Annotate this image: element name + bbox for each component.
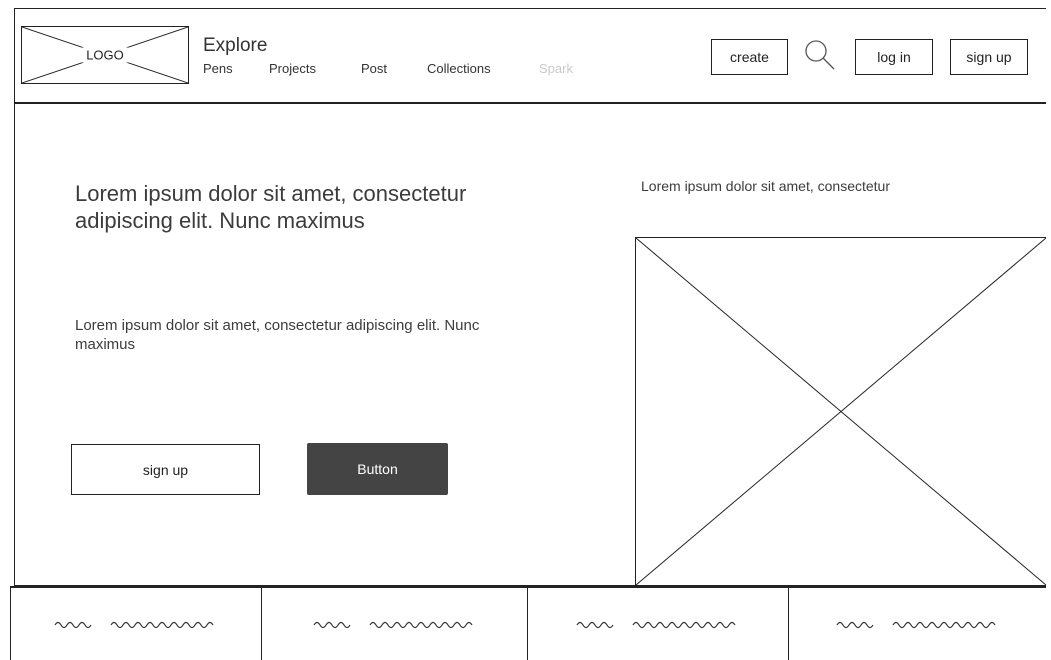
signup-button[interactable]: sign up bbox=[71, 444, 260, 495]
squiggle-text-icon bbox=[576, 621, 736, 629]
signup-header-button[interactable]: sign up bbox=[950, 39, 1028, 75]
footer-cell bbox=[527, 588, 788, 660]
squiggle-text-icon bbox=[312, 621, 473, 629]
side-caption: Lorem ipsum dolor sit amet, consectetur bbox=[641, 178, 890, 194]
login-button[interactable]: log in bbox=[855, 39, 933, 75]
explore-nav: Pens Projects Post Collections Spark bbox=[203, 61, 573, 76]
header: LOGO Explore Pens Projects Post Collecti… bbox=[14, 8, 1046, 104]
logo-placeholder-icon[interactable]: LOGO bbox=[21, 26, 189, 84]
nav-item-collections[interactable]: Collections bbox=[427, 61, 539, 76]
footer-cell bbox=[10, 588, 261, 660]
logo-text: LOGO bbox=[80, 47, 130, 63]
nav-item-spark[interactable]: Spark bbox=[539, 61, 573, 76]
nav-item-pens[interactable]: Pens bbox=[203, 61, 269, 76]
create-button[interactable]: create bbox=[711, 39, 788, 75]
hero-subtitle: Lorem ipsum dolor sit amet, consectetur … bbox=[75, 317, 480, 353]
image-placeholder-icon bbox=[635, 237, 1046, 586]
footer-row bbox=[10, 586, 1046, 660]
hero-title: Lorem ipsum dolor sit amet, consectetur … bbox=[75, 181, 467, 233]
explore-title: Explore bbox=[203, 35, 268, 56]
squiggle-text-icon bbox=[835, 621, 996, 629]
nav-item-projects[interactable]: Projects bbox=[269, 61, 361, 76]
primary-button[interactable]: Button bbox=[307, 443, 448, 495]
footer-cell bbox=[788, 588, 1046, 660]
squiggle-text-icon bbox=[54, 621, 214, 629]
footer-cell bbox=[261, 588, 527, 660]
search-icon[interactable] bbox=[802, 37, 838, 73]
nav-item-post[interactable]: Post bbox=[361, 61, 427, 76]
